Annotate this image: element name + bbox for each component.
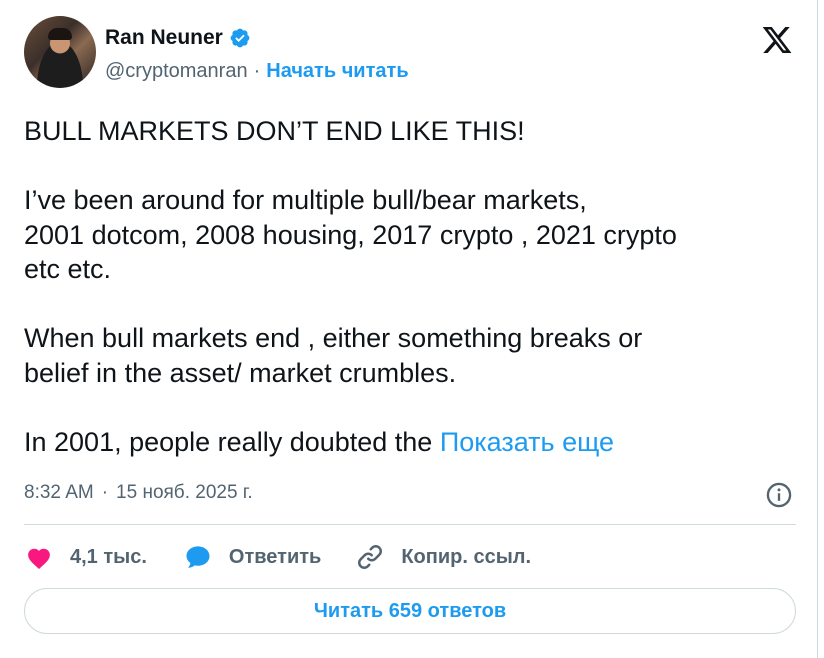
action-bar: 4,1 тыс. Ответить Копир. ссыл. [24,540,531,574]
x-logo-icon[interactable] [760,24,794,56]
tweet-body-text: BULL MARKETS DON’T END LIKE THIS! I’ve b… [24,116,677,457]
author-handle[interactable]: @cryptomanran [105,60,248,83]
info-icon[interactable] [765,481,793,509]
heart-icon [28,548,50,569]
reply-bubble-icon [186,546,210,568]
read-replies-button[interactable]: Читать 659 ответов [24,588,796,634]
copy-link-label: Копир. ссыл. [401,545,532,568]
divider [24,524,796,525]
avatar[interactable] [24,16,96,88]
tweet-header: Ran Neuner @cryptomanran · Начать читать [24,16,804,92]
meta-separator: · [101,482,109,503]
tweet-card: Ran Neuner @cryptomanran · Начать читать… [0,0,818,658]
author-name-row: Ran Neuner [105,26,251,50]
reply-label: Ответить [228,545,322,568]
verified-badge-icon [230,28,250,48]
link-icon [358,545,383,569]
author-name[interactable]: Ran Neuner [105,26,223,50]
copy-link-button[interactable]: Копир. ссыл. [355,542,531,572]
handle-separator: · [253,60,261,82]
tweet-text: BULL MARKETS DON’T END LIKE THIS! I’ve b… [24,114,794,459]
like-count: 4,1 тыс. [70,545,147,568]
follow-link[interactable]: Начать читать [266,60,408,83]
author-handle-row: @cryptomanran · Начать читать [105,60,409,83]
tweet-meta: 8:32 AM · 15 нояб. 2025 г. [24,482,253,504]
tweet-time[interactable]: 8:32 AM [24,482,94,504]
like-button[interactable]: 4,1 тыс. [24,542,147,572]
tweet-date[interactable]: 15 нояб. 2025 г. [116,482,253,504]
show-more-link[interactable]: Показать еще [440,427,614,457]
reply-button[interactable]: Ответить [183,542,321,572]
